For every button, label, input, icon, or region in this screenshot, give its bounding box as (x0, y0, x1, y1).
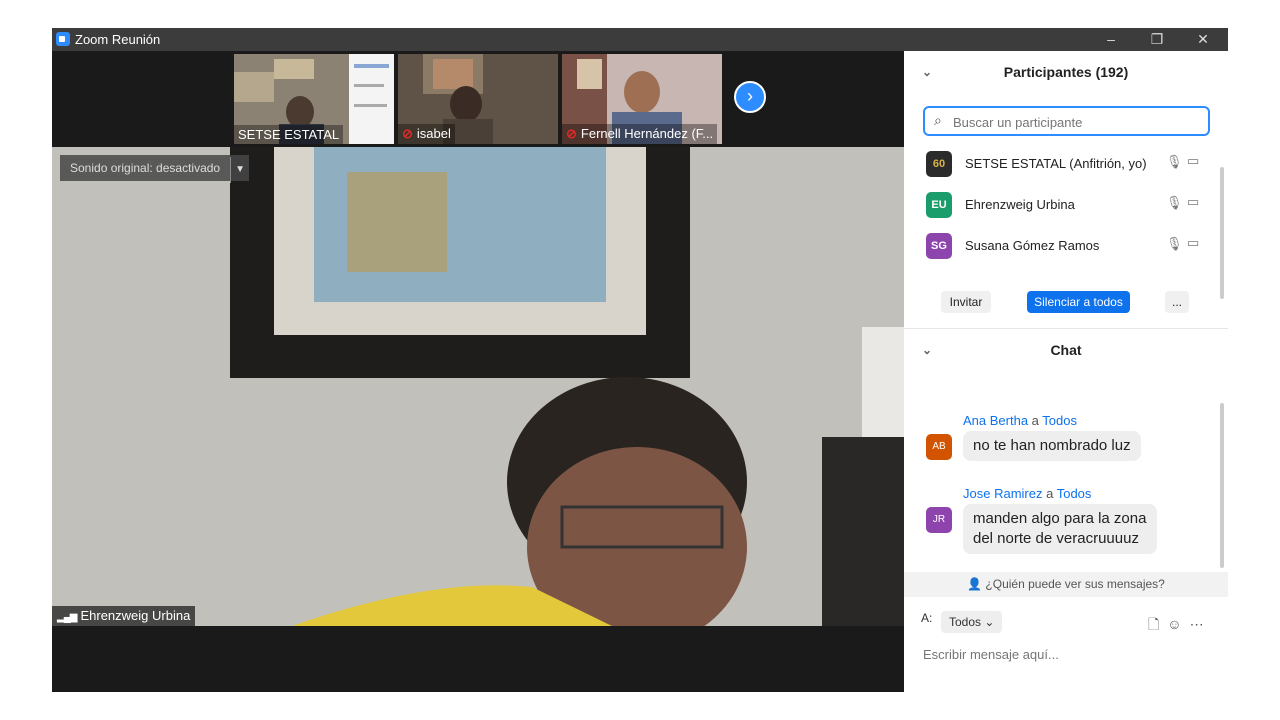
signal-bars-icon: ▂▄▆ (57, 612, 77, 623)
participant-name: SETSE ESTATAL (Anfitrión, yo) (965, 156, 1147, 171)
avatar: JR (926, 507, 952, 533)
participant-search-input[interactable] (951, 111, 1205, 133)
chevron-down-icon[interactable]: ⌄ (922, 329, 932, 371)
message-input[interactable] (921, 641, 1215, 667)
avatar: EU (926, 192, 952, 218)
restore-button[interactable]: ❐ (1134, 28, 1180, 51)
chat-message: manden algo para la zona del norte de ve… (963, 504, 1157, 554)
participants-header: ⌄ Participantes (192) (904, 51, 1228, 93)
speaker-video: Sonido original: desactivado ▼ (52, 147, 904, 626)
minimize-button[interactable]: – (1088, 28, 1134, 51)
muted-mic-icon: ⊘ (402, 126, 413, 141)
camera-icon[interactable]: ▭ (1187, 194, 1199, 210)
thumbnail-name: ⊘ isabel (398, 124, 455, 144)
emoji-icon[interactable]: ☺ (1167, 616, 1181, 632)
avatar: 60 (926, 151, 952, 177)
participant-row[interactable] (904, 267, 1216, 274)
muted-mic-icon: ⊘ (566, 126, 577, 141)
original-sound-label: Sonido original: desactivado (70, 161, 221, 175)
next-page-button[interactable]: › (734, 81, 766, 113)
person-lock-icon: 👤 (967, 577, 983, 591)
side-panel: ⌄ Participantes (192) ⌕ 60 SETSE ESTATAL… (904, 51, 1228, 692)
participant-row[interactable]: EU Ehrenzweig Urbina 🎙 ▭ (904, 185, 1216, 226)
zoom-window: Zoom Reunión – ❐ ✕ SETSE ESTATAL ⊘ isabe… (52, 28, 1228, 692)
thumbnail-name: SETSE ESTATAL (234, 125, 344, 144)
invite-button[interactable]: Invitar (941, 291, 991, 313)
zoom-app-icon (56, 32, 70, 46)
participant-search[interactable]: ⌕ (923, 106, 1210, 136)
window-title: Zoom Reunión (75, 32, 161, 47)
message-sender: Jose Ramirez a Todos (963, 486, 1092, 501)
camera-icon[interactable]: ▭ (1187, 235, 1199, 251)
participant-list: 60 SETSE ESTATAL (Anfitrión, yo) 🎙 ▭ EU … (904, 144, 1216, 274)
thumbnail-fernell[interactable]: ⊘ Fernell Hernández (F... (562, 54, 722, 144)
chat-title: Chat (1050, 342, 1082, 358)
recipient-row: A: Todos ⌄ (921, 611, 1003, 635)
mute-all-button[interactable]: Silenciar a todos (1027, 291, 1130, 313)
participant-name: Susana Gómez Ramos (965, 238, 1100, 253)
title-bar: Zoom Reunión – ❐ ✕ (52, 28, 1228, 51)
original-sound-toggle[interactable]: Sonido original: desactivado ▼ (60, 155, 250, 183)
recipient-label: A: (921, 611, 933, 625)
chat-message: no te han nombrado luz (963, 431, 1141, 461)
speaker-video-frame (52, 147, 904, 626)
microphone-icon[interactable]: 🎙 (1166, 195, 1183, 211)
chevron-right-icon: › (747, 86, 753, 106)
chat-tools: 🗋 ☺ ⋯ (1148, 614, 1212, 638)
chevron-down-icon[interactable]: ⌄ (922, 51, 932, 93)
participant-row[interactable]: SG Susana Gómez Ramos 🎙 ▭ (904, 226, 1216, 267)
who-can-see-link[interactable]: 👤 ¿Quién puede ver sus mensajes? (904, 572, 1228, 597)
participants-scrollbar[interactable] (1220, 167, 1224, 299)
microphone-icon[interactable]: 🎙 (1166, 236, 1183, 252)
chat-header: ⌄ Chat (904, 329, 1228, 371)
message-sender: Ana Bertha a Todos (963, 413, 1077, 428)
microphone-icon[interactable]: 🎙 (1166, 154, 1183, 170)
avatar: AB (926, 434, 952, 460)
chevron-down-icon[interactable]: ▼ (230, 157, 249, 183)
recipient-select[interactable]: Todos ⌄ (941, 611, 1003, 633)
participant-row[interactable]: 60 SETSE ESTATAL (Anfitrión, yo) 🎙 ▭ (904, 144, 1216, 185)
thumbnail-name: ⊘ Fernell Hernández (F... (562, 124, 718, 144)
more-icon[interactable]: ⋯ (1190, 616, 1204, 632)
thumbnail-setse[interactable]: SETSE ESTATAL (234, 54, 394, 144)
avatar: SG (926, 233, 952, 259)
close-button[interactable]: ✕ (1180, 28, 1226, 51)
participants-title: Participantes (192) (1003, 64, 1129, 80)
search-icon: ⌕ (934, 112, 942, 128)
participant-name: Ehrenzweig Urbina (965, 197, 1075, 212)
speaker-name-tag: ▂▄▆ Ehrenzweig Urbina (52, 606, 196, 626)
more-options-button[interactable]: ... (1165, 291, 1189, 313)
chat-scrollbar[interactable] (1220, 403, 1224, 568)
file-icon[interactable]: 🗋 (1148, 616, 1159, 632)
thumbnail-isabel[interactable]: ⊘ isabel (398, 54, 558, 144)
video-area: SETSE ESTATAL ⊘ isabel ⊘ Fernell Hernánd… (52, 51, 904, 692)
camera-icon[interactable]: ▭ (1187, 153, 1199, 169)
